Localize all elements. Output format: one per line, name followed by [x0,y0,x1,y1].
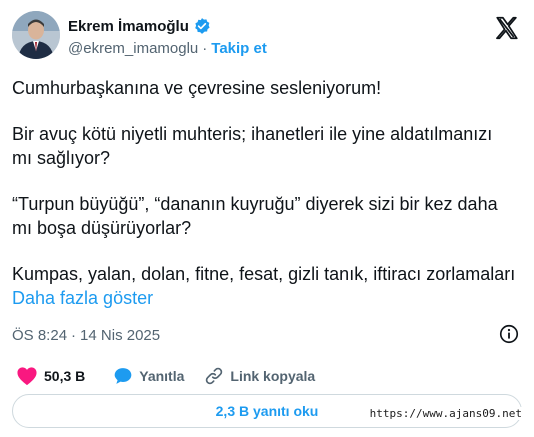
author-handle-row: @ekrem_imamoglu · Takip et [68,40,267,57]
author-name-row: Ekrem İmamoğlu [68,17,211,35]
tweet-header: Ekrem İmamoğlu @ekrem_imamoglu · Takip e… [12,11,522,61]
tweet-line: Cumhurbaşkanına ve çevresine sesleniyoru… [12,78,382,98]
handle-separator: · [202,40,208,57]
heart-icon [16,366,38,386]
verified-badge-icon [193,17,211,35]
like-button[interactable]: 50,3 B [16,366,85,386]
tweet-text: Cumhurbaşkanına ve çevresine sesleniyoru… [12,76,517,310]
tweet-date[interactable]: 14 Nis 2025 [80,327,160,344]
author-name[interactable]: Ekrem İmamoğlu [68,18,189,35]
tweet-line: Kumpas, yalan, dolan, fitne, fesat, gizl… [12,264,516,284]
author-handle[interactable]: @ekrem_imamoglu [68,40,198,57]
reply-bubble-icon [113,366,133,386]
tweet-actions: 50,3 B Yanıtla Link kopyala [16,364,315,388]
tweet-time[interactable]: ÖS 8:24 [12,327,67,344]
link-icon [204,366,224,386]
tweet-line: Bir avuç kötü niyetli muhteris; ihanetle… [12,124,493,168]
tweet-card: Ekrem İmamoğlu @ekrem_imamoglu · Takip e… [0,0,534,437]
watermark: https://www.ajans09.net [367,407,524,420]
follow-button[interactable]: Takip et [211,40,267,57]
x-logo-icon[interactable] [494,15,520,41]
meta-separator: · [71,326,77,344]
tweet-line-last: Kumpas, yalan, dolan, fitne, fesat, gizl… [12,262,517,310]
like-count: 50,3 B [44,368,86,384]
tweet-line: “Turpun büyüğü”, “dananın kuyruğu” diyer… [12,194,498,238]
reply-button[interactable]: Yanıtla [113,366,184,386]
copy-link-button[interactable]: Link kopyala [204,366,315,386]
avatar[interactable] [12,11,60,59]
reply-label: Yanıtla [139,368,185,384]
show-more-link[interactable]: Daha fazla göster [12,288,153,308]
copy-link-label: Link kopyala [230,368,316,384]
info-icon[interactable] [498,323,520,345]
tweet-meta: ÖS 8:24 · 14 Nis 2025 [12,323,522,345]
